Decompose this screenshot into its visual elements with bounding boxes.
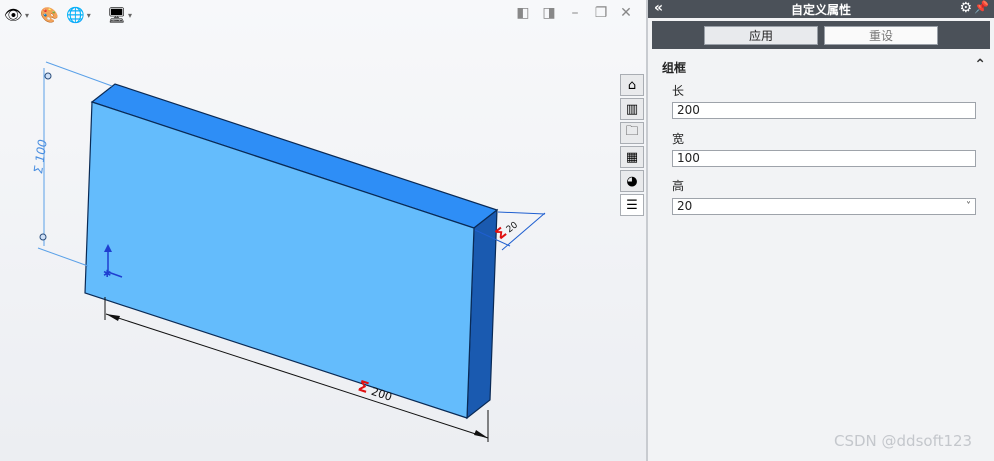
arrow-head <box>106 314 120 321</box>
tab-home[interactable]: ⌂ <box>620 74 644 96</box>
pin-icon[interactable]: 📌 <box>974 0 989 14</box>
group-box-label: 组框 <box>662 61 687 75</box>
appearance-tab-icon: ◕ <box>626 173 638 189</box>
parts-library-icon: ▥ <box>625 101 639 117</box>
tab-custom-properties[interactable]: ☰ <box>620 194 644 216</box>
width-field[interactable]: 100 <box>672 150 976 167</box>
panel-title: 自定义属性 <box>790 3 851 17</box>
model-view: Σ 100 Σ200 Σ20 ✱ <box>31 61 546 442</box>
dimension-handle[interactable] <box>44 72 52 80</box>
height-select[interactable]: 20 ˅ <box>672 198 976 215</box>
tab-view-palette[interactable]: ▦ <box>620 146 644 168</box>
arrow-head <box>474 430 488 438</box>
height-select-value: 20 <box>677 199 693 213</box>
graphics-area[interactable]: 👁 ▾ 🎨 🌐 ▾ 🖥 ▾ ◧ ◨ – ❐ ✕ Σ 100 Σ200 Σ20 ✱… <box>0 0 646 461</box>
panel-header: « 自定义属性 ⚙ 📌 <box>648 0 994 18</box>
svg-text:✱: ✱ <box>103 269 111 280</box>
view-palette-icon: ▦ <box>625 149 639 165</box>
watermark: CSDN @ddsoft123 <box>834 432 973 450</box>
custom-properties-icon: ☰ <box>626 197 638 213</box>
height-label: 高 <box>672 179 685 193</box>
tab-design-library[interactable]: ▥ <box>620 98 644 120</box>
tab-file-explorer[interactable]: 🗀 <box>620 122 644 144</box>
tab-appearances[interactable]: ◕ <box>620 170 644 192</box>
folder-icon: 🗀 <box>625 124 639 139</box>
gear-icon[interactable]: ⚙ <box>959 0 972 16</box>
chevron-up-icon[interactable]: ⌃ <box>974 57 986 73</box>
dimension-handle[interactable] <box>39 233 47 241</box>
reset-button[interactable]: 重设 <box>824 26 938 45</box>
button-bar: 应用 重设 <box>652 21 990 49</box>
width-label: 宽 <box>672 132 685 146</box>
apply-button[interactable]: 应用 <box>704 26 818 45</box>
chevron-down-icon: ˅ <box>966 201 971 212</box>
home-icon: ⌂ <box>627 77 637 93</box>
custom-properties-panel: « 自定义属性 ⚙ 📌 应用 重设 组框 ⌃ 长 200 宽 100 高 20 … <box>648 0 994 461</box>
task-pane-tabs: ⌂ ▥ 🗀 ▦ ◕ ☰ <box>620 74 646 218</box>
length-field[interactable]: 200 <box>672 102 976 119</box>
group-box-header[interactable]: 组框 ⌃ <box>662 57 986 75</box>
length-label: 长 <box>672 84 685 98</box>
height-dimension-label[interactable]: Σ 100 <box>31 138 50 174</box>
